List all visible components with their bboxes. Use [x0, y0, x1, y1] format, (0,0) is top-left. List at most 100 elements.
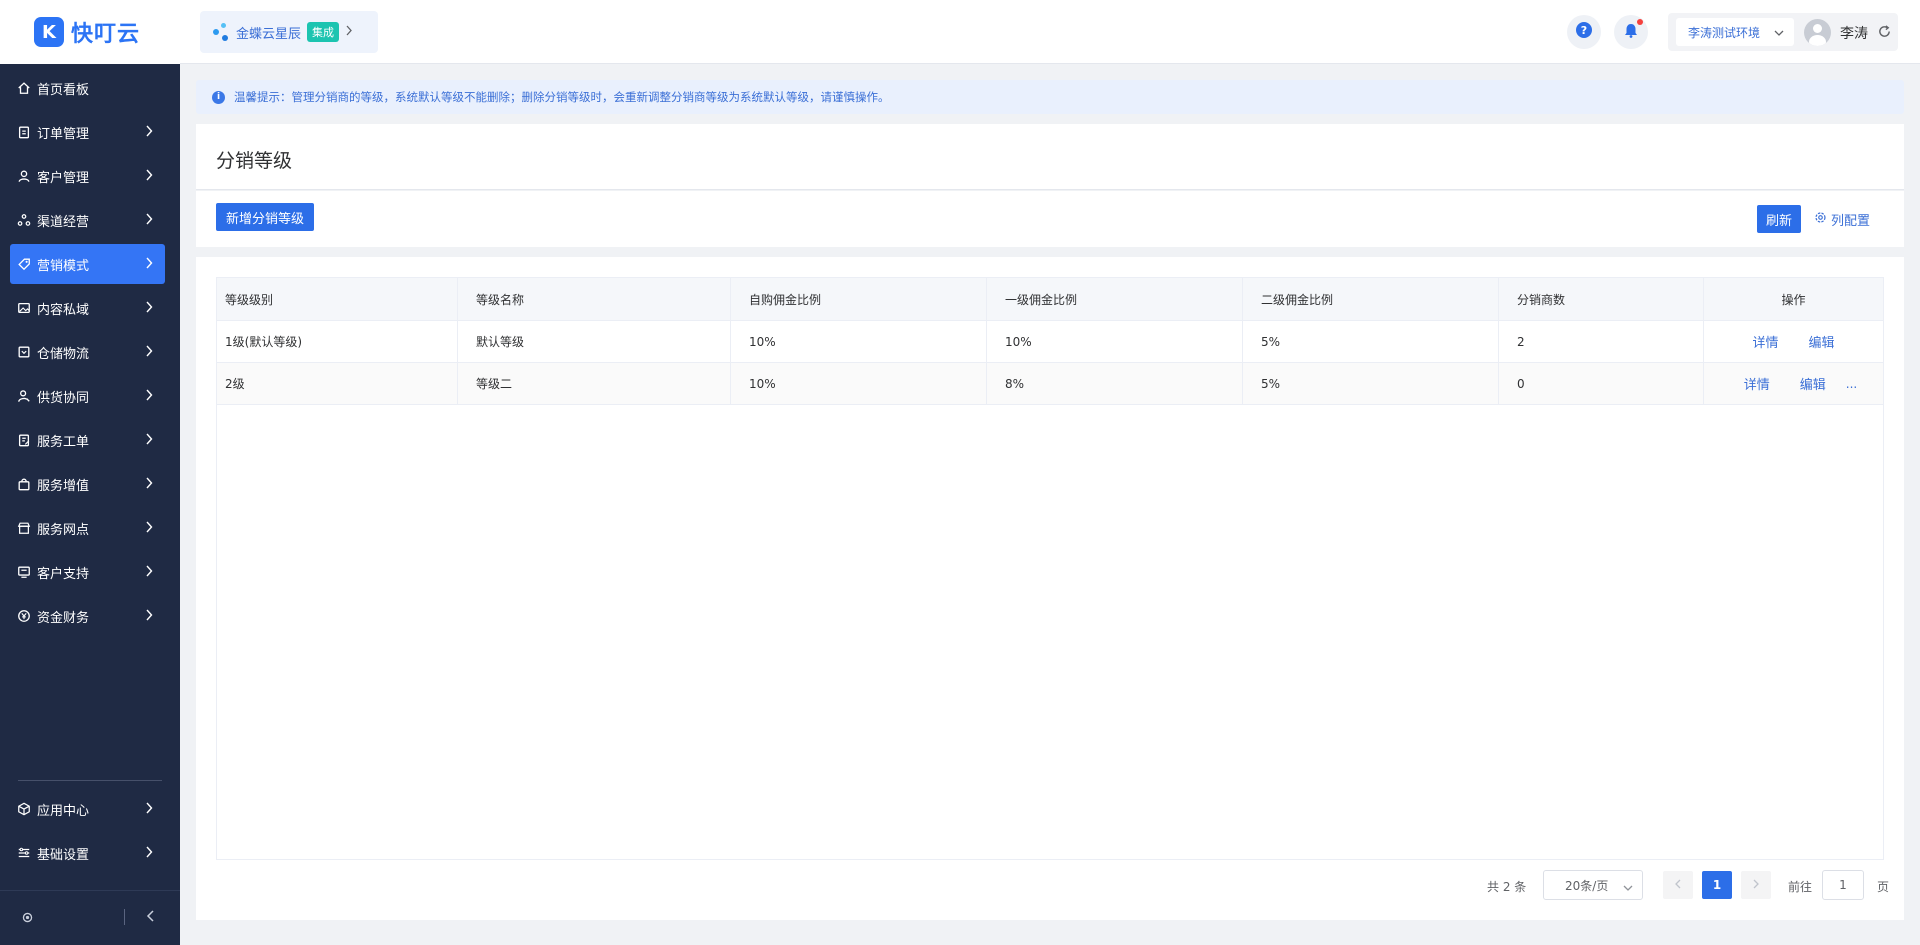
- support-icon: [17, 565, 31, 579]
- sidebar-item-app-center[interactable]: 应用中心: [10, 789, 165, 829]
- sidebar-item-label: 服务网点: [37, 522, 90, 538]
- avatar[interactable]: [1804, 19, 1831, 46]
- integration-badge: 集成: [307, 22, 340, 42]
- store-icon: [17, 521, 31, 535]
- sidebar-item-label: 营销模式: [37, 258, 90, 274]
- table-panel: 等级级别 等级名称 自购佣金比例 一级佣金比例 二级佣金比例 分销商数 操作 1…: [196, 257, 1904, 920]
- bag-icon: [17, 477, 31, 491]
- sidebar-item-label: 资金财务: [37, 610, 90, 626]
- cell-actions: 详情 编辑 ...: [1704, 363, 1883, 404]
- more-actions-button[interactable]: ...: [1846, 377, 1857, 391]
- detail-link[interactable]: 详情: [1744, 374, 1770, 393]
- clipboard-icon: [17, 125, 31, 139]
- sidebar-item-warehouse[interactable]: 仓储物流: [10, 332, 165, 372]
- yuan-icon: [17, 609, 31, 623]
- chevron-right-icon: [145, 802, 153, 818]
- sidebar-item-label: 服务增值: [37, 478, 90, 494]
- column-header-first-commission[interactable]: 一级佣金比例: [987, 278, 1243, 320]
- chevron-right-icon: [145, 169, 153, 185]
- sidebar-item-customers[interactable]: 客户管理: [10, 156, 165, 196]
- cell-distributor-count: 2: [1499, 321, 1704, 362]
- page-size-select[interactable]: 20条/页: [1543, 870, 1643, 900]
- column-header-level[interactable]: 等级级别: [217, 278, 458, 320]
- column-header-second-commission[interactable]: 二级佣金比例: [1243, 278, 1499, 320]
- sidebar-item-label: 基础设置: [37, 847, 90, 863]
- detail-link[interactable]: 详情: [1752, 332, 1778, 351]
- sidebar-item-finance[interactable]: 资金财务: [10, 596, 165, 636]
- sidebar-item-orders[interactable]: 订单管理: [10, 112, 165, 152]
- warehouse-icon: [17, 345, 31, 359]
- sidebar-item-label: 服务工单: [37, 434, 90, 450]
- sidebar-item-customer-support[interactable]: 客户支持: [10, 552, 165, 592]
- cell-first-commission: 8%: [987, 363, 1243, 404]
- column-header-self-commission[interactable]: 自购佣金比例: [731, 278, 987, 320]
- chevron-right-icon: [145, 521, 153, 537]
- toolbar: 新增分销等级 刷新 列配置: [196, 191, 1904, 247]
- user-name[interactable]: 李涛: [1840, 23, 1868, 43]
- cube-icon: [17, 802, 31, 816]
- sidebar-item-value-added[interactable]: 服务增值: [10, 464, 165, 504]
- image-icon: [17, 301, 31, 315]
- top-header: 金蝶云星辰 集成 ? 李涛测试环境 李涛: [180, 0, 1920, 64]
- sidebar-item-work-orders[interactable]: 服务工单: [10, 420, 165, 460]
- chevron-right-icon: [145, 389, 153, 405]
- bell-icon: [1624, 23, 1638, 42]
- column-header-name[interactable]: 等级名称: [458, 278, 731, 320]
- sidebar-menu: 首页看板 订单管理 客户管理 渠道经营营销模式内容私域 仓储物流 供货协同服务工单服务增值…: [0, 68, 180, 636]
- column-header-distributor-count[interactable]: 分销商数: [1499, 278, 1704, 320]
- chevron-right-icon: [145, 846, 153, 862]
- cell-level: 1级(默认等级): [217, 321, 458, 362]
- page-header: 分销等级: [196, 124, 1904, 190]
- chevron-left-icon: [1674, 878, 1682, 893]
- app-logo[interactable]: K 快叮云: [0, 0, 180, 64]
- goto-label: 前往: [1788, 880, 1813, 894]
- sidebar-divider: [18, 780, 162, 781]
- collapse-sidebar-icon[interactable]: [146, 910, 156, 926]
- cell-second-commission: 5%: [1243, 321, 1499, 362]
- integration-brand-switcher[interactable]: 金蝶云星辰 集成: [200, 11, 378, 53]
- sidebar-item-dashboard[interactable]: 首页看板: [10, 68, 165, 108]
- supplier-icon: [17, 389, 31, 403]
- page-number-current[interactable]: 1: [1702, 871, 1732, 899]
- refresh-icon[interactable]: [1877, 24, 1892, 43]
- chevron-right-icon: [145, 345, 153, 361]
- tag-icon: [17, 257, 31, 271]
- ticket-icon: [17, 433, 31, 447]
- environment-select[interactable]: 李涛测试环境: [1676, 18, 1794, 46]
- user-icon: [17, 169, 31, 183]
- table-row[interactable]: 1级(默认等级) 默认等级 10% 10% 5% 2 详情 编辑: [217, 321, 1883, 363]
- next-page-button[interactable]: [1741, 871, 1771, 899]
- table-header-row: 等级级别 等级名称 自购佣金比例 一级佣金比例 二级佣金比例 分销商数 操作: [217, 278, 1883, 321]
- info-icon: i: [212, 90, 225, 104]
- chevron-right-icon: [145, 565, 153, 581]
- cell-name: 等级二: [458, 363, 731, 404]
- sidebar: K 快叮云 首页看板 订单管理 客户管理 渠道经营营销模式内容私域 仓储物流 供货协同服务…: [0, 0, 180, 945]
- edit-link[interactable]: 编辑: [1809, 332, 1835, 351]
- sidebar-item-basic-settings[interactable]: 基础设置: [10, 833, 165, 873]
- chevron-right-icon: [345, 25, 353, 40]
- user-area: 李涛测试环境 李涛: [1668, 13, 1898, 51]
- sidebar-item-content[interactable]: 内容私域: [10, 288, 165, 328]
- goto-suffix: 页: [1877, 880, 1890, 894]
- sidebar-item-marketing[interactable]: 营销模式: [10, 244, 165, 284]
- add-distribution-level-button[interactable]: 新增分销等级: [216, 203, 315, 231]
- edit-link[interactable]: 编辑: [1800, 374, 1826, 393]
- footer-separator: [124, 909, 125, 925]
- sidebar-item-supply[interactable]: 供货协同: [10, 376, 165, 416]
- chevron-right-icon: [145, 301, 153, 317]
- column-config-button[interactable]: 列配置: [1814, 210, 1870, 229]
- goto-page-input[interactable]: [1822, 870, 1864, 900]
- sidebar-bottom-menu: 应用中心基础设置: [0, 780, 180, 877]
- notifications-button[interactable]: [1614, 15, 1648, 49]
- chevron-right-icon: [145, 609, 153, 625]
- chevron-right-icon: [145, 213, 153, 229]
- refresh-button[interactable]: 刷新: [1757, 205, 1802, 233]
- help-button[interactable]: ?: [1567, 15, 1601, 49]
- chevron-down-icon: [1623, 881, 1633, 895]
- prev-page-button[interactable]: [1663, 871, 1693, 899]
- cell-second-commission: 5%: [1243, 363, 1499, 404]
- theme-settings-icon[interactable]: [21, 911, 34, 928]
- sidebar-item-channels[interactable]: 渠道经营: [10, 200, 165, 240]
- sidebar-item-service-points[interactable]: 服务网点: [10, 508, 165, 548]
- table-row[interactable]: 2级 等级二 10% 8% 5% 0 详情 编辑 ...: [217, 363, 1883, 405]
